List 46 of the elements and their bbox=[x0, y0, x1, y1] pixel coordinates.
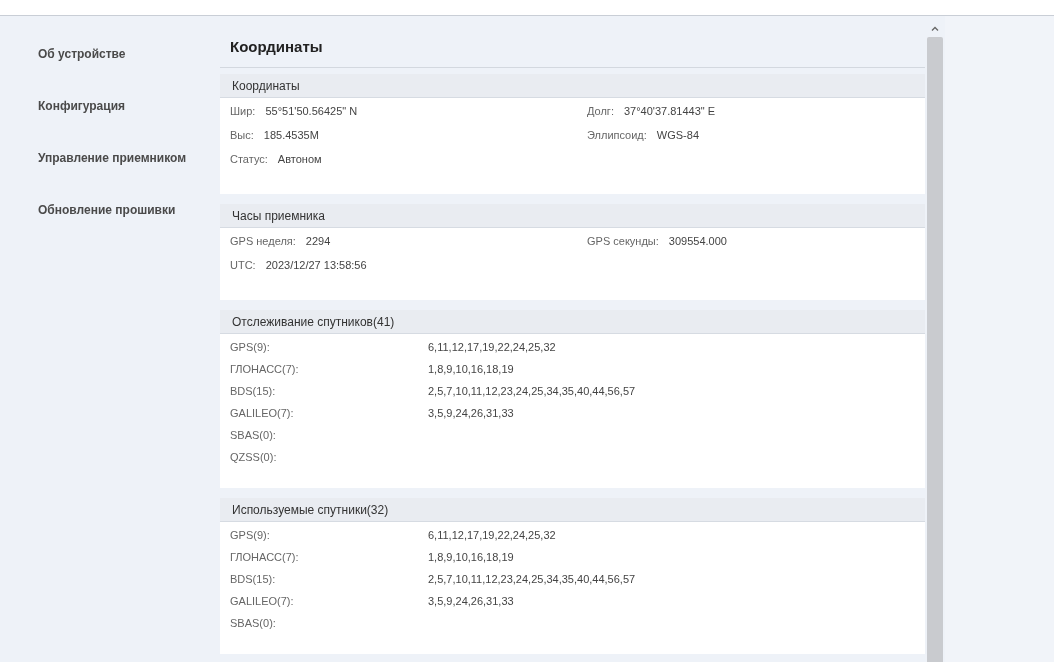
field-label: GPS секунды: bbox=[587, 234, 659, 248]
field-value: 309554.000 bbox=[668, 234, 727, 248]
section-header: Используемые спутники(32) bbox=[220, 498, 925, 522]
field-label: Статус: bbox=[230, 152, 268, 166]
field-label: Эллипсоид: bbox=[587, 128, 647, 142]
system-label: GALILEO(7): bbox=[230, 406, 295, 420]
system-label: QZSS(0): bbox=[230, 450, 278, 464]
field-label: Шир: bbox=[230, 104, 256, 118]
sidebar-item[interactable]: Об устройстве bbox=[0, 39, 126, 69]
system-label: ГЛОНАСС(7): bbox=[230, 550, 300, 564]
system-label: SBAS(0): bbox=[230, 616, 277, 630]
field-label: GPS неделя: bbox=[230, 234, 296, 248]
system-label: BDS(15): bbox=[230, 384, 277, 398]
satellite-list: 6,11,12,17,19,22,24,25,32 bbox=[428, 340, 915, 354]
system-label: ГЛОНАСС(7): bbox=[230, 362, 300, 376]
system-label: GPS(9): bbox=[230, 528, 271, 542]
satellite-list: 2,5,7,10,11,12,23,24,25,34,35,40,44,56,57 bbox=[428, 384, 915, 398]
system-label: SBAS(0): bbox=[230, 428, 277, 442]
satellite-list: 1,8,9,10,16,18,19 bbox=[428, 550, 915, 564]
field-label: Долг: bbox=[587, 104, 614, 118]
field-label: Выс: bbox=[230, 128, 254, 142]
satellite-list: 1,8,9,10,16,18,19 bbox=[428, 362, 915, 376]
field-value: Автоном bbox=[277, 152, 322, 166]
field-label: UTC: bbox=[230, 258, 256, 272]
sidebar-item[interactable]: Обновление прошивки bbox=[0, 195, 176, 225]
satellite-list: 3,5,9,24,26,31,33 bbox=[428, 594, 915, 608]
system-label: GPS(9): bbox=[230, 340, 271, 354]
sidebar-item[interactable]: Конфигурация bbox=[0, 91, 126, 121]
satellite-list: 6,11,12,17,19,22,24,25,32 bbox=[428, 528, 915, 542]
field-value: 55°51'50.56425" N bbox=[265, 104, 358, 118]
section-header: Часы приемника bbox=[220, 204, 925, 228]
field-value: WGS-84 bbox=[656, 128, 700, 142]
satellite-list: 2,5,7,10,11,12,23,24,25,34,35,40,44,56,57 bbox=[428, 572, 915, 586]
satellite-list: 3,5,9,24,26,31,33 bbox=[428, 406, 915, 420]
field-value: 37°40'37.81443" E bbox=[623, 104, 716, 118]
section-header: Координаты bbox=[220, 74, 925, 98]
system-label: GALILEO(7): bbox=[230, 594, 295, 608]
field-value: 185.4535M bbox=[263, 128, 319, 142]
scroll-up-icon[interactable] bbox=[931, 26, 939, 31]
sidebar-item[interactable]: Управление приемником bbox=[0, 143, 187, 173]
section-header: Отслеживание спутников(41) bbox=[220, 310, 925, 334]
scrollbar-thumb[interactable] bbox=[927, 37, 943, 662]
field-value: 2023/12/27 13:58:56 bbox=[265, 258, 367, 272]
system-label: BDS(15): bbox=[230, 572, 277, 586]
field-value: 2294 bbox=[305, 234, 331, 248]
page-title: Координаты bbox=[220, 16, 925, 68]
